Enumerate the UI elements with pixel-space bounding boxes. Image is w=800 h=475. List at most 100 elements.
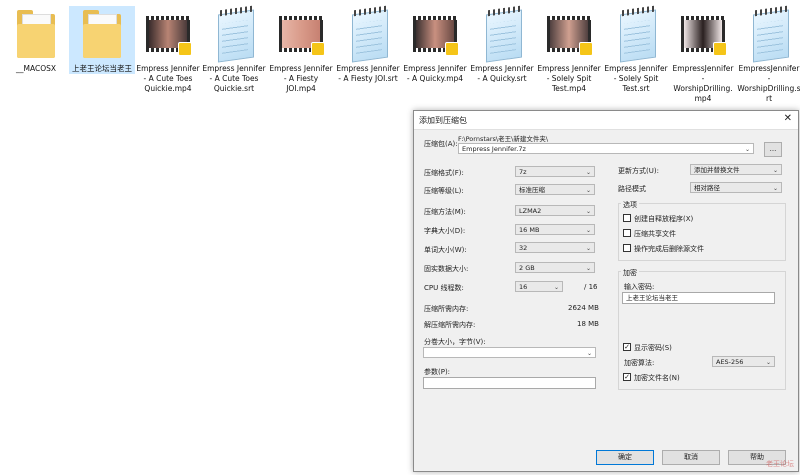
encrypt-names-checkbox[interactable]: ✓ <box>623 373 631 381</box>
archive-path: F:\Pornstars\老王\新建文件夹\ <box>458 135 549 143</box>
file-item[interactable]: __MACOSX <box>3 6 69 74</box>
video-thumbnail-icon <box>146 6 192 62</box>
cpu-threads-label: CPU 线程数: <box>424 284 464 292</box>
close-icon[interactable]: ✕ <box>784 113 792 124</box>
dialog-title: 添加到压缩包 <box>419 116 467 125</box>
notepad-icon <box>212 5 256 63</box>
browse-button[interactable]: ... <box>764 142 782 157</box>
file-label: __MACOSX <box>15 64 56 73</box>
dictionary-select[interactable]: 16 MB ⌄ <box>515 224 595 235</box>
delete-after-checkbox[interactable] <box>623 244 631 252</box>
format-label: 压缩格式(F): <box>424 169 464 177</box>
file-item[interactable]: EmpressJennifer - WorshipDrilling.srt <box>736 5 800 104</box>
file-item[interactable]: Empress Jennifer - A Quicky.srt <box>469 5 535 84</box>
update-mode-value: 添加并替换文件 <box>694 166 740 174</box>
ok-button[interactable]: 确定 <box>596 450 654 465</box>
update-mode-label: 更新方式(U): <box>618 167 659 175</box>
file-item[interactable]: Empress Jennifer - A Cute Toes Quickie.m… <box>135 6 201 94</box>
chevron-down-icon: ⌄ <box>772 167 778 174</box>
solid-block-select[interactable]: 2 GB ⌄ <box>515 262 595 273</box>
file-item[interactable]: Empress Jennifer - A Fiesty JOI.srt <box>335 5 401 84</box>
notepad-icon <box>346 5 390 63</box>
video-thumbnail-icon <box>413 6 459 62</box>
file-label: Empress Jennifer - A Quicky.srt <box>470 64 534 83</box>
level-select[interactable]: 标准压缩 ⌄ <box>515 184 595 195</box>
cpu-threads-total: / 16 <box>584 283 598 291</box>
solid-block-value: 2 GB <box>519 264 535 272</box>
chevron-down-icon: ⌄ <box>553 284 559 291</box>
parameters-label: 参数(P): <box>424 368 451 376</box>
encryption-method-select[interactable]: AES-256 ⌄ <box>712 356 775 367</box>
video-thumbnail-icon <box>279 6 325 62</box>
check-icon: ✓ <box>624 373 630 381</box>
chevron-down-icon: ⌄ <box>744 146 750 153</box>
folder-icon <box>14 6 58 62</box>
sfx-label: 创建自释放程序(X) <box>634 215 694 223</box>
file-item[interactable]: EmpressJennifer - WorshipDrilling.mp4 <box>670 6 736 104</box>
update-mode-select[interactable]: 添加并替换文件 ⌄ <box>690 164 782 175</box>
solid-block-label: 固实数据大小: <box>424 265 469 273</box>
archive-name-combo[interactable]: Empress Jennifer.7z ⌄ <box>458 143 754 154</box>
add-to-archive-dialog: 添加到压缩包 ✕ 压缩包(A): F:\Pornstars\老王\新建文件夹\ … <box>413 110 799 472</box>
cancel-button[interactable]: 取消 <box>662 450 720 465</box>
file-label: Empress Jennifer - A Cute Toes Quickie.m… <box>136 64 200 93</box>
method-value: LZMA2 <box>519 207 542 215</box>
chevron-down-icon: ⌄ <box>585 187 591 194</box>
encryption-title: 加密 <box>621 268 639 278</box>
word-size-value: 32 <box>519 244 528 252</box>
word-size-label: 单词大小(W): <box>424 246 467 254</box>
file-label: Empress Jennifer - A Quicky.mp4 <box>403 64 467 83</box>
archive-name-value: Empress Jennifer.7z <box>462 145 526 153</box>
level-value: 标准压缩 <box>519 186 545 194</box>
watermark-text: 老王论坛 <box>766 460 794 468</box>
path-mode-select[interactable]: 相对路径 ⌄ <box>690 182 782 193</box>
chevron-down-icon: ⌄ <box>772 185 778 192</box>
chevron-down-icon: ⌄ <box>585 208 591 215</box>
file-label: 上老王论坛当老王 <box>72 64 132 73</box>
split-volume-label: 分卷大小，字节(V): <box>424 338 486 346</box>
password-input[interactable]: 上老王论坛当老王 <box>622 292 775 304</box>
password-label: 输入密码: <box>624 283 655 291</box>
file-label: EmpressJennifer - WorshipDrilling.mp4 <box>672 64 734 103</box>
delete-after-label: 操作完成后删除源文件 <box>634 245 704 253</box>
file-item[interactable]: Empress Jennifer - Solely Spit Test.mp4 <box>536 6 602 94</box>
cpu-threads-select[interactable]: 16 ⌄ <box>515 281 563 292</box>
compress-memory-label: 压缩所需内存: <box>424 305 469 313</box>
shared-files-checkbox[interactable] <box>623 229 631 237</box>
encryption-method-value: AES-256 <box>716 358 744 366</box>
show-password-checkbox[interactable]: ✓ <box>623 343 631 351</box>
method-label: 压缩方法(M): <box>424 208 466 216</box>
file-item[interactable]: Empress Jennifer - A Cute Toes Quickie.s… <box>201 5 267 94</box>
file-item[interactable]: Empress Jennifer - A Quicky.mp4 <box>402 6 468 84</box>
options-title: 选项 <box>621 200 639 210</box>
file-label: Empress Jennifer - Solely Spit Test.mp4 <box>537 64 601 93</box>
format-select[interactable]: 7z ⌄ <box>515 166 595 177</box>
split-volume-combo[interactable]: ⌄ <box>423 347 596 358</box>
file-item-selected[interactable]: 上老王论坛当老王 <box>69 6 135 74</box>
parameters-input[interactable] <box>423 377 596 389</box>
notepad-icon <box>614 5 658 63</box>
cpu-threads-value: 16 <box>519 283 528 291</box>
check-icon: ✓ <box>624 343 630 351</box>
chevron-down-icon: ⌄ <box>585 227 591 234</box>
format-value: 7z <box>519 168 527 176</box>
word-size-select[interactable]: 32 ⌄ <box>515 242 595 253</box>
folder-icon <box>80 6 124 62</box>
chevron-down-icon: ⌄ <box>765 359 771 366</box>
decompress-memory-value: 18 MB <box>577 320 599 328</box>
method-select[interactable]: LZMA2 ⌄ <box>515 205 595 216</box>
chevron-down-icon: ⌄ <box>586 350 592 357</box>
chevron-down-icon: ⌄ <box>585 169 591 176</box>
dictionary-value: 16 MB <box>519 226 540 234</box>
desktop-file-area: __MACOSX 上老王论坛当老王 Empress Jennifer - A C… <box>0 0 800 120</box>
file-item[interactable]: Empress Jennifer - Solely Spit Test.srt <box>603 5 669 94</box>
sfx-checkbox[interactable] <box>623 214 631 222</box>
dictionary-label: 字典大小(D): <box>424 227 466 235</box>
encrypt-names-label: 加密文件名(N) <box>634 374 680 382</box>
chevron-down-icon: ⌄ <box>585 265 591 272</box>
video-thumbnail-icon <box>681 6 727 62</box>
file-label: EmpressJennifer - WorshipDrilling.srt <box>737 64 800 103</box>
notepad-icon <box>747 5 791 63</box>
file-item[interactable]: Empress Jennifer - A Fiesty JOI.mp4 <box>268 6 334 94</box>
path-mode-value: 相对路径 <box>694 184 720 192</box>
